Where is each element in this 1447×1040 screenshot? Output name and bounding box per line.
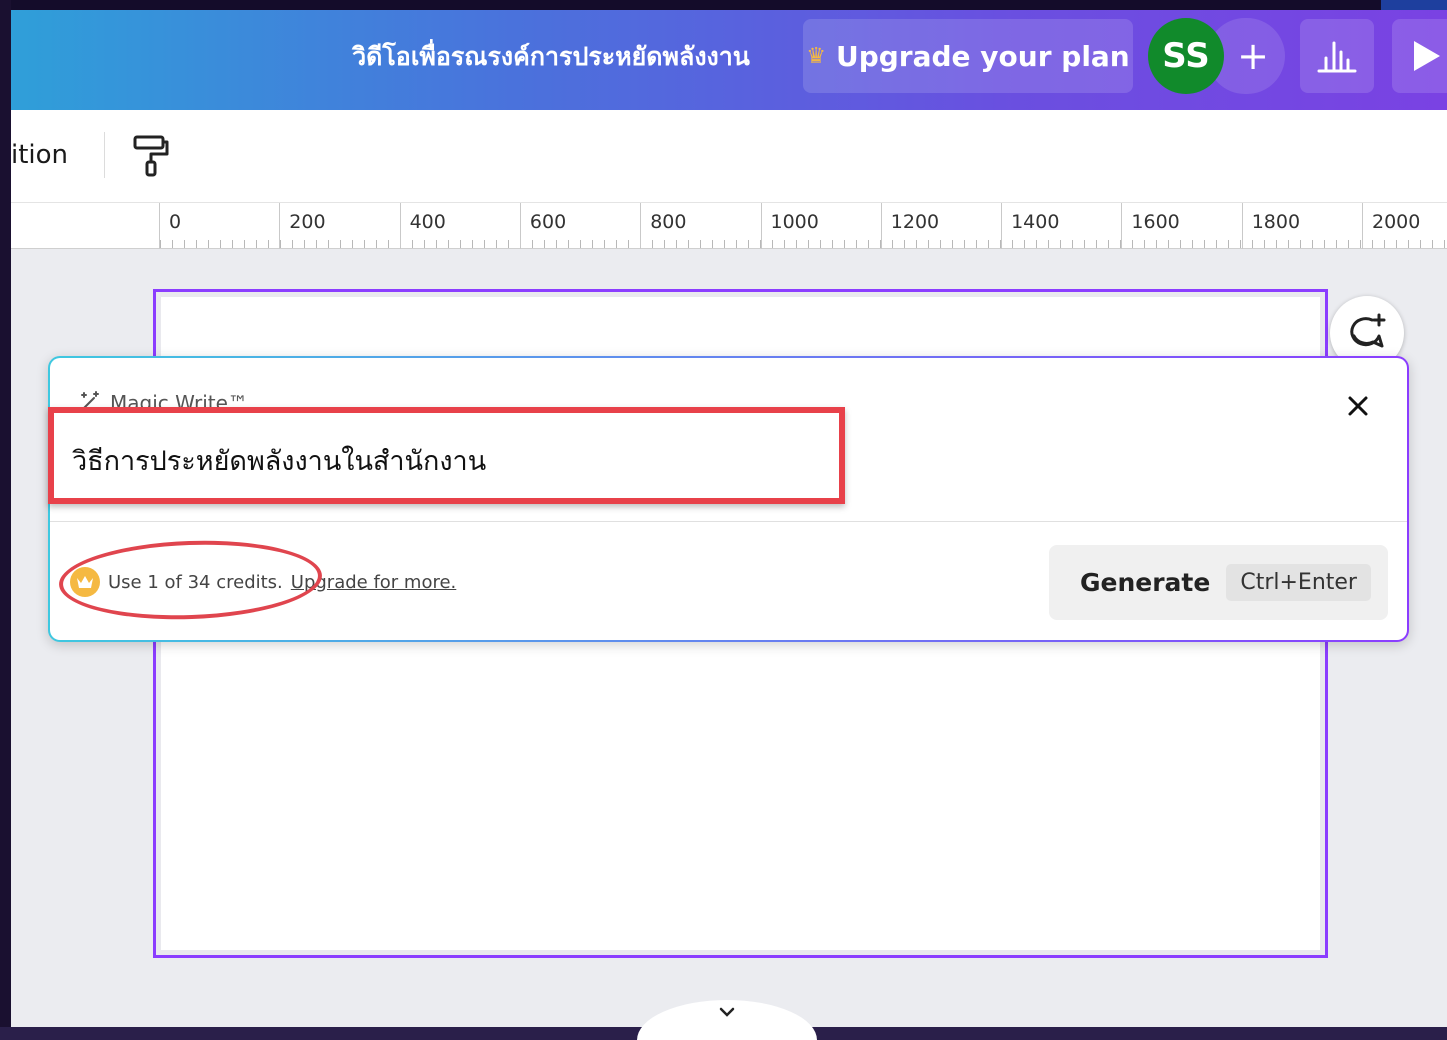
- ruler-major-tick: [279, 203, 281, 249]
- crown-icon: ♛: [806, 43, 826, 69]
- window-frame-accent: [1381, 0, 1447, 10]
- ruler-minor-ticks: [160, 240, 1447, 248]
- ruler-major-tick: [159, 203, 160, 249]
- bar-chart-icon: [1317, 41, 1357, 73]
- paint-roller-icon: [133, 135, 169, 177]
- ruler-major-tick: [519, 203, 521, 249]
- ruler-tick-label: 800: [650, 211, 687, 233]
- keyboard-shortcut: Ctrl+Enter: [1226, 564, 1371, 601]
- ruler-major-tick: [640, 203, 642, 249]
- ruler-tick-label: 1200: [890, 211, 940, 233]
- magic-write-panel: Magic Write™ วิธีการประหยัดพลังงานในสำนั…: [48, 356, 1409, 642]
- ruler-tick-label: 200: [289, 211, 326, 233]
- toolbar-divider: [104, 132, 105, 178]
- ruler-major-tick: [880, 203, 882, 249]
- ruler-tick-label: 1400: [1011, 211, 1060, 233]
- document-title[interactable]: วิดีโอเพื่อรณรงค์การประหยัดพลังงาน: [311, 37, 791, 77]
- upgrade-plan-button[interactable]: ♛ Upgrade your plan: [803, 19, 1133, 93]
- ruler-major-tick: [399, 203, 401, 249]
- window-frame-left: [0, 0, 11, 1027]
- plus-icon: +: [1237, 34, 1269, 78]
- ruler-tick-label: 0: [169, 211, 182, 233]
- prompt-input[interactable]: วิธีการประหยัดพลังงานในสำนักงาน: [72, 439, 486, 482]
- ruler-tick-label: 1800: [1251, 211, 1301, 233]
- window-frame-top: [0, 0, 1447, 10]
- upgrade-plan-label: Upgrade your plan: [835, 39, 1130, 73]
- editor-toolbar: ition: [11, 110, 1447, 202]
- comment-add-icon: [1350, 313, 1386, 348]
- ruler-tick-label: 400: [409, 211, 446, 233]
- prompt-highlight-box: วิธีการประหยัดพลังงานในสำนักงาน: [48, 407, 845, 504]
- position-button[interactable]: ition: [11, 140, 68, 170]
- panel-divider: [50, 521, 1407, 522]
- generate-label: Generate: [1080, 568, 1211, 597]
- close-icon: [1348, 396, 1368, 416]
- ruler-major-tick: [760, 203, 762, 249]
- ruler-tick-label: 600: [529, 211, 567, 233]
- ruler-tick-label: 1000: [770, 211, 819, 233]
- chevron-down-icon: [719, 1007, 735, 1017]
- editor-header: วิดีโอเพื่อรณรงค์การประหยัดพลังงาน ♛ Upg…: [11, 10, 1447, 110]
- ruler-major-tick: [1001, 203, 1003, 249]
- copy-style-button[interactable]: [131, 134, 171, 182]
- generate-button[interactable]: Generate Ctrl+Enter: [1049, 545, 1388, 620]
- show-pages-button[interactable]: [637, 1000, 817, 1040]
- ruler-tick-label: 2000: [1372, 211, 1421, 233]
- close-button[interactable]: [1340, 388, 1376, 424]
- play-icon: [1414, 41, 1440, 71]
- credits-highlight-ellipse: [57, 536, 324, 624]
- ruler-major-tick: [1121, 203, 1123, 249]
- ruler-tick-label: 1600: [1131, 211, 1180, 233]
- analytics-button[interactable]: [1300, 19, 1374, 93]
- horizontal-ruler: 0 200 400 600 800 1000 1200 1400 1600 1800 2000: [11, 202, 1447, 249]
- ruler-major-tick: [1241, 203, 1243, 249]
- avatar[interactable]: SS: [1148, 18, 1224, 94]
- ruler-major-tick: [1362, 203, 1363, 249]
- present-button[interactable]: [1392, 19, 1447, 93]
